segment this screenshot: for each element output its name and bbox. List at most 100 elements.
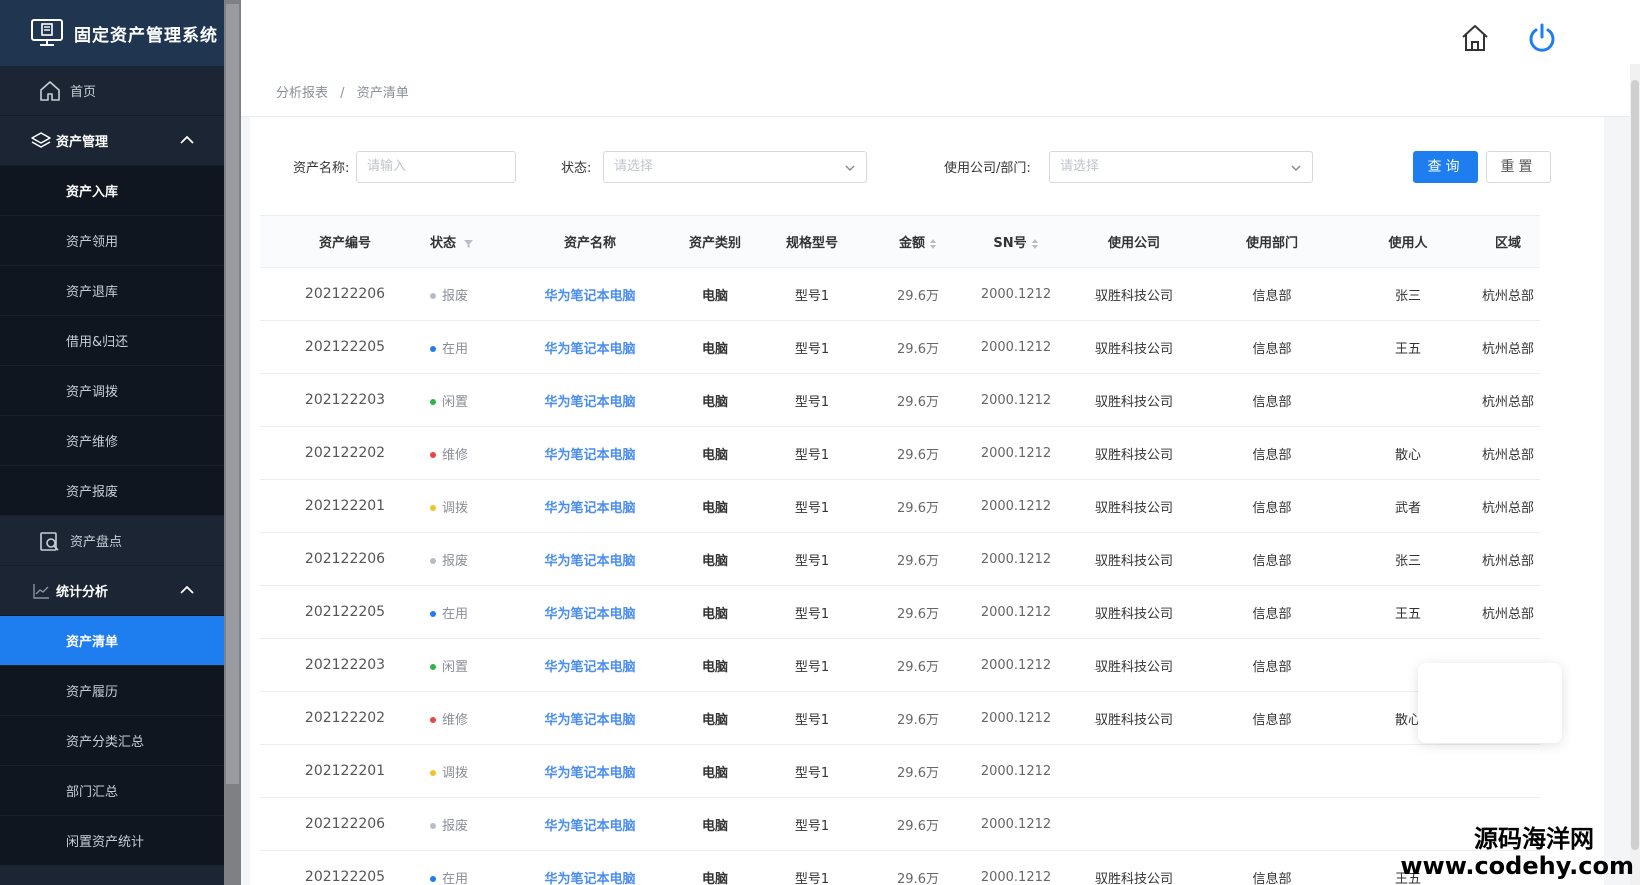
layers-icon xyxy=(31,131,51,148)
sidebar-item-transfer[interactable]: 资产调拨 xyxy=(0,366,224,416)
cell-model: 型号1 xyxy=(794,341,830,357)
sidebar-group-asset[interactable]: 资产管理 xyxy=(0,116,224,166)
cell-name[interactable]: 华为笔记本电脑 xyxy=(506,603,674,622)
sidebar-item-repair[interactable]: 资产维修 xyxy=(0,416,224,466)
col-header-sn[interactable]: SN号 xyxy=(968,232,1064,251)
cell-area: 杭州总部 xyxy=(1481,553,1534,569)
status-badge: 闲置 xyxy=(430,395,468,410)
cell-amount: 29.6万 xyxy=(897,659,939,675)
sidebar-item-inventory[interactable]: 资产盘点 xyxy=(0,516,224,566)
col-header-user: 使用人 xyxy=(1388,236,1428,251)
sidebar-scrollbar[interactable] xyxy=(224,0,241,885)
sidebar-item-idle-stats[interactable]: 闲置资产统计 xyxy=(0,816,224,866)
power-icon[interactable] xyxy=(1526,22,1558,54)
sidebar-item-home[interactable]: 首页 xyxy=(0,66,224,116)
status-dot-icon xyxy=(430,293,436,299)
status-label: 状态: xyxy=(561,161,592,176)
cell-status: 报废 xyxy=(430,815,506,834)
cell-status: 维修 xyxy=(430,709,506,728)
asset-name-input[interactable]: 请输入 xyxy=(356,151,516,183)
cell-sn: 2000.1212 xyxy=(980,392,1052,408)
cell-id: 202122205 xyxy=(304,869,386,885)
cell-id: 202122206 xyxy=(304,286,386,302)
cell-name[interactable]: 华为笔记本电脑 xyxy=(506,497,674,516)
scrollbar-thumb[interactable] xyxy=(226,4,239,784)
chevron-up-icon xyxy=(180,585,194,594)
cell-name[interactable]: 华为笔记本电脑 xyxy=(506,550,674,569)
cell-name[interactable]: 华为笔记本电脑 xyxy=(506,444,674,463)
status-badge: 报废 xyxy=(430,554,468,569)
cell-amount: 29.6万 xyxy=(897,553,939,569)
sidebar-item-asset-return[interactable]: 资产退库 xyxy=(0,266,224,316)
main-scrollbar[interactable] xyxy=(1630,64,1640,885)
status-dot-icon xyxy=(430,505,436,511)
col-header-amount[interactable]: 金额 xyxy=(868,232,968,251)
cell-sn: 2000.1212 xyxy=(980,763,1052,779)
table-row[interactable]: 202122205 在用 华为笔记本电脑 电脑 型号1 29.6万 2000.1212 驭胜科… xyxy=(260,321,1540,374)
table-row[interactable]: 202122206 报废 华为笔记本电脑 电脑 型号1 29.6万 2000.1212 驭胜科… xyxy=(260,533,1540,586)
status-dot-icon xyxy=(430,717,436,723)
sort-icon[interactable] xyxy=(1031,238,1039,250)
query-button[interactable]: 查询 xyxy=(1413,151,1478,183)
cell-status: 在用 xyxy=(430,868,506,885)
cell-name[interactable]: 华为笔记本电脑 xyxy=(506,285,674,304)
inventory-search-icon xyxy=(40,531,59,551)
cell-company: 驭胜科技公司 xyxy=(1094,606,1173,622)
cell-name[interactable]: 华为笔记本电脑 xyxy=(506,762,674,781)
breadcrumb-item[interactable]: 分析报表 xyxy=(276,86,328,101)
table-row[interactable]: 202122202 维修 华为笔记本电脑 电脑 型号1 29.6万 2000.1212 驭胜科… xyxy=(260,427,1540,480)
cell-company: 驭胜科技公司 xyxy=(1094,712,1173,728)
cell-status: 报废 xyxy=(430,285,506,304)
status-select[interactable]: 请选择 xyxy=(603,151,867,183)
cell-dept: 信息部 xyxy=(1252,712,1292,728)
sidebar-item-asset-history[interactable]: 资产履历 xyxy=(0,666,224,716)
table-row[interactable]: 202122205 在用 华为笔记本电脑 电脑 型号1 29.6万 2000.1212 驭胜科… xyxy=(260,586,1540,639)
brand: 固定资产管理系统 xyxy=(0,0,224,66)
home-icon[interactable] xyxy=(1459,22,1491,54)
cell-dept: 信息部 xyxy=(1252,394,1292,410)
status-text: 报废 xyxy=(442,818,469,834)
cell-area: 杭州总部 xyxy=(1481,606,1534,622)
filter-icon[interactable] xyxy=(464,239,474,248)
cell-company: 驭胜科技公司 xyxy=(1094,553,1173,569)
sidebar-item-asset-list[interactable]: 资产清单 xyxy=(0,616,224,666)
dept-select[interactable]: 请选择 xyxy=(1049,151,1313,183)
cell-status: 闲置 xyxy=(430,656,506,675)
status-dot-icon xyxy=(430,611,436,617)
cell-dept: 信息部 xyxy=(1252,606,1292,622)
cell-name[interactable]: 华为笔记本电脑 xyxy=(506,709,674,728)
status-dot-icon xyxy=(430,558,436,564)
sort-icon[interactable] xyxy=(929,238,937,250)
cell-name[interactable]: 华为笔记本电脑 xyxy=(506,656,674,675)
sidebar-item-borrow[interactable]: 借用&归还 xyxy=(0,316,224,366)
sidebar-item-asset-in[interactable]: 资产入库 xyxy=(0,166,224,216)
status-text: 维修 xyxy=(442,447,469,463)
reset-button[interactable]: 重置 xyxy=(1486,151,1551,183)
scrollbar-thumb[interactable] xyxy=(1631,80,1639,850)
sidebar-item-asset-receive[interactable]: 资产领用 xyxy=(0,216,224,266)
table-row[interactable]: 202122201 调拨 华为笔记本电脑 电脑 型号1 29.6万 2000.1212 xyxy=(260,745,1540,798)
chevron-up-icon xyxy=(180,135,194,144)
cell-amount: 29.6万 xyxy=(897,871,939,885)
floating-card[interactable] xyxy=(1418,663,1562,743)
status-text: 调拨 xyxy=(442,500,469,516)
sidebar-item-scrap[interactable]: 资产报废 xyxy=(0,466,224,516)
cell-name[interactable]: 华为笔记本电脑 xyxy=(506,391,674,410)
sidebar-item-category-summary[interactable]: 资产分类汇总 xyxy=(0,716,224,766)
status-text: 调拨 xyxy=(442,765,469,781)
table-row[interactable]: 202122205 在用 华为笔记本电脑 电脑 型号1 29.6万 2000.1212 驭胜科… xyxy=(260,851,1540,885)
table-row[interactable]: 202122203 闲置 华为笔记本电脑 电脑 型号1 29.6万 2000.1212 驭胜科… xyxy=(260,639,1540,692)
cell-dept: 信息部 xyxy=(1252,447,1292,463)
sidebar-group-stats[interactable]: 统计分析 xyxy=(0,566,224,616)
cell-company: 驭胜科技公司 xyxy=(1094,394,1173,410)
col-header-status[interactable]: 状态 xyxy=(430,232,506,251)
table-row[interactable]: 202122206 报废 华为笔记本电脑 电脑 型号1 29.6万 2000.1212 驭胜科… xyxy=(260,268,1540,321)
cell-name[interactable]: 华为笔记本电脑 xyxy=(506,868,674,885)
table-row[interactable]: 202122202 维修 华为笔记本电脑 电脑 型号1 29.6万 2000.1212 驭胜科… xyxy=(260,692,1540,745)
cell-name[interactable]: 华为笔记本电脑 xyxy=(506,338,674,357)
table-row[interactable]: 202122206 报废 华为笔记本电脑 电脑 型号1 29.6万 2000.1212 xyxy=(260,798,1540,851)
table-row[interactable]: 202122203 闲置 华为笔记本电脑 电脑 型号1 29.6万 2000.1212 驭胜科… xyxy=(260,374,1540,427)
sidebar-item-dept-summary[interactable]: 部门汇总 xyxy=(0,766,224,816)
table-row[interactable]: 202122201 调拨 华为笔记本电脑 电脑 型号1 29.6万 2000.1212 驭胜科… xyxy=(260,480,1540,533)
cell-name[interactable]: 华为笔记本电脑 xyxy=(506,815,674,834)
